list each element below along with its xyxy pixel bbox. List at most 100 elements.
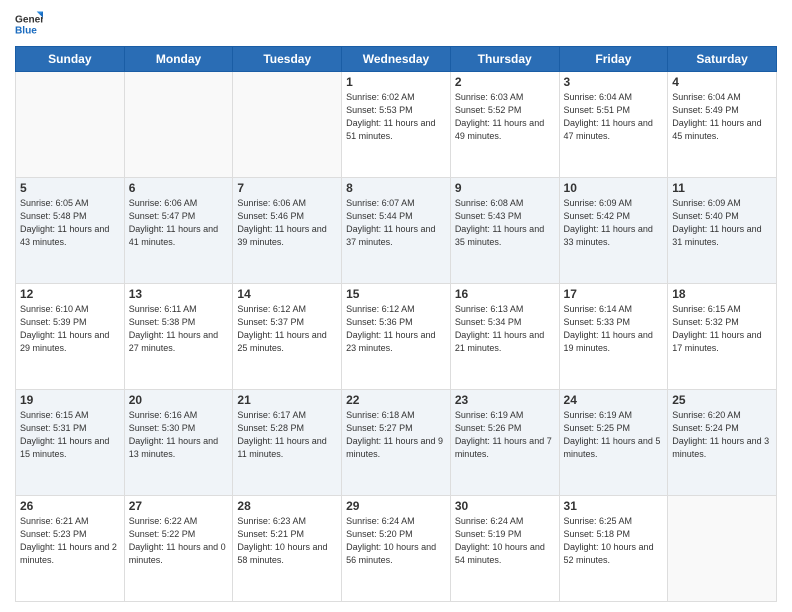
calendar-cell: 24Sunrise: 6:19 AM Sunset: 5:25 PM Dayli… — [559, 390, 668, 496]
calendar-cell: 30Sunrise: 6:24 AM Sunset: 5:19 PM Dayli… — [450, 496, 559, 602]
day-number: 7 — [237, 181, 337, 195]
calendar-cell: 10Sunrise: 6:09 AM Sunset: 5:42 PM Dayli… — [559, 178, 668, 284]
day-info: Sunrise: 6:13 AM Sunset: 5:34 PM Dayligh… — [455, 303, 555, 355]
day-number: 19 — [20, 393, 120, 407]
day-info: Sunrise: 6:14 AM Sunset: 5:33 PM Dayligh… — [564, 303, 664, 355]
calendar-cell: 4 Sunrise: 6:04 AM Sunset: 5:49 PM Daylig… — [668, 72, 777, 178]
calendar-cell: 22Sunrise: 6:18 AM Sunset: 5:27 PM Dayli… — [342, 390, 451, 496]
day-info: Sunrise: 6:12 AM Sunset: 5:37 PM Dayligh… — [237, 303, 337, 355]
calendar-cell: 29Sunrise: 6:24 AM Sunset: 5:20 PM Dayli… — [342, 496, 451, 602]
calendar-cell — [668, 496, 777, 602]
calendar-cell: 1 Sunrise: 6:02 AM Sunset: 5:53 PM Daylig… — [342, 72, 451, 178]
week-row-3: 12Sunrise: 6:10 AM Sunset: 5:39 PM Dayli… — [16, 284, 777, 390]
week-row-2: 5 Sunrise: 6:05 AM Sunset: 5:48 PM Daylig… — [16, 178, 777, 284]
weekday-header-saturday: Saturday — [668, 47, 777, 72]
calendar-cell — [124, 72, 233, 178]
logo: General Blue — [15, 10, 43, 38]
calendar-cell: 16Sunrise: 6:13 AM Sunset: 5:34 PM Dayli… — [450, 284, 559, 390]
day-number: 10 — [564, 181, 664, 195]
calendar-cell: 31Sunrise: 6:25 AM Sunset: 5:18 PM Dayli… — [559, 496, 668, 602]
day-info: Sunrise: 6:05 AM Sunset: 5:48 PM Dayligh… — [20, 197, 120, 249]
day-number: 17 — [564, 287, 664, 301]
calendar-cell: 17 Sunrise: 6:14 AM Sunset: 5:33 PM Dayli… — [559, 284, 668, 390]
header: General Blue — [15, 10, 777, 38]
weekday-header-friday: Friday — [559, 47, 668, 72]
day-info: Sunrise: 6:04 AM Sunset: 5:51 PM Dayligh… — [564, 91, 664, 143]
day-info: Sunrise: 6:07 AM Sunset: 5:44 PM Dayligh… — [346, 197, 446, 249]
day-number: 1 — [346, 75, 446, 89]
day-number: 27 — [129, 499, 229, 513]
day-info: Sunrise: 6:24 AM Sunset: 5:19 PM Dayligh… — [455, 515, 555, 567]
day-number: 26 — [20, 499, 120, 513]
day-info: Sunrise: 6:19 AM Sunset: 5:26 PM Dayligh… — [455, 409, 555, 461]
day-number: 3 — [564, 75, 664, 89]
weekday-header-tuesday: Tuesday — [233, 47, 342, 72]
week-row-5: 26 Sunrise: 6:21 AM Sunset: 5:23 PM Dayli… — [16, 496, 777, 602]
weekday-header-thursday: Thursday — [450, 47, 559, 72]
week-row-4: 19 Sunrise: 6:15 AM Sunset: 5:31 PM Dayli… — [16, 390, 777, 496]
calendar-cell: 15 Sunrise: 6:12 AM Sunset: 5:36 PM Dayli… — [342, 284, 451, 390]
day-info: Sunrise: 6:25 AM Sunset: 5:18 PM Dayligh… — [564, 515, 664, 567]
day-number: 11 — [672, 181, 772, 195]
generalblue-logo-icon: General Blue — [15, 10, 43, 38]
calendar-cell: 11 Sunrise: 6:09 AM Sunset: 5:40 PM Dayli… — [668, 178, 777, 284]
day-info: Sunrise: 6:23 AM Sunset: 5:21 PM Dayligh… — [237, 515, 337, 567]
calendar-cell: 6 Sunrise: 6:06 AM Sunset: 5:47 PM Daylig… — [124, 178, 233, 284]
weekday-header-wednesday: Wednesday — [342, 47, 451, 72]
day-number: 15 — [346, 287, 446, 301]
calendar-cell: 5 Sunrise: 6:05 AM Sunset: 5:48 PM Daylig… — [16, 178, 125, 284]
day-number: 5 — [20, 181, 120, 195]
calendar-cell — [16, 72, 125, 178]
day-info: Sunrise: 6:17 AM Sunset: 5:28 PM Dayligh… — [237, 409, 337, 461]
day-info: Sunrise: 6:15 AM Sunset: 5:32 PM Dayligh… — [672, 303, 772, 355]
page: General Blue SundayMondayTuesdayWednesda… — [0, 0, 792, 612]
week-row-1: 1 Sunrise: 6:02 AM Sunset: 5:53 PM Daylig… — [16, 72, 777, 178]
day-number: 9 — [455, 181, 555, 195]
svg-text:General: General — [15, 14, 43, 25]
calendar-cell: 3 Sunrise: 6:04 AM Sunset: 5:51 PM Daylig… — [559, 72, 668, 178]
day-info: Sunrise: 6:03 AM Sunset: 5:52 PM Dayligh… — [455, 91, 555, 143]
calendar-cell — [233, 72, 342, 178]
day-number: 2 — [455, 75, 555, 89]
day-info: Sunrise: 6:06 AM Sunset: 5:47 PM Dayligh… — [129, 197, 229, 249]
day-info: Sunrise: 6:18 AM Sunset: 5:27 PM Dayligh… — [346, 409, 446, 461]
day-number: 20 — [129, 393, 229, 407]
day-number: 23 — [455, 393, 555, 407]
day-info: Sunrise: 6:12 AM Sunset: 5:36 PM Dayligh… — [346, 303, 446, 355]
day-number: 13 — [129, 287, 229, 301]
calendar-cell: 12Sunrise: 6:10 AM Sunset: 5:39 PM Dayli… — [16, 284, 125, 390]
calendar-cell: 28Sunrise: 6:23 AM Sunset: 5:21 PM Dayli… — [233, 496, 342, 602]
calendar-cell: 9Sunrise: 6:08 AM Sunset: 5:43 PM Daylig… — [450, 178, 559, 284]
day-number: 6 — [129, 181, 229, 195]
day-info: Sunrise: 6:20 AM Sunset: 5:24 PM Dayligh… — [672, 409, 772, 461]
calendar-table: SundayMondayTuesdayWednesdayThursdayFrid… — [15, 46, 777, 602]
calendar-cell: 8Sunrise: 6:07 AM Sunset: 5:44 PM Daylig… — [342, 178, 451, 284]
calendar-cell: 26 Sunrise: 6:21 AM Sunset: 5:23 PM Dayli… — [16, 496, 125, 602]
calendar-cell: 18 Sunrise: 6:15 AM Sunset: 5:32 PM Dayli… — [668, 284, 777, 390]
day-info: Sunrise: 6:16 AM Sunset: 5:30 PM Dayligh… — [129, 409, 229, 461]
day-number: 14 — [237, 287, 337, 301]
day-number: 12 — [20, 287, 120, 301]
day-number: 25 — [672, 393, 772, 407]
day-info: Sunrise: 6:22 AM Sunset: 5:22 PM Dayligh… — [129, 515, 229, 567]
calendar-cell: 13 Sunrise: 6:11 AM Sunset: 5:38 PM Dayli… — [124, 284, 233, 390]
svg-text:Blue: Blue — [15, 25, 37, 36]
day-info: Sunrise: 6:24 AM Sunset: 5:20 PM Dayligh… — [346, 515, 446, 567]
weekday-header-row: SundayMondayTuesdayWednesdayThursdayFrid… — [16, 47, 777, 72]
day-info: Sunrise: 6:19 AM Sunset: 5:25 PM Dayligh… — [564, 409, 664, 461]
day-number: 18 — [672, 287, 772, 301]
weekday-header-monday: Monday — [124, 47, 233, 72]
day-number: 21 — [237, 393, 337, 407]
day-info: Sunrise: 6:11 AM Sunset: 5:38 PM Dayligh… — [129, 303, 229, 355]
day-info: Sunrise: 6:15 AM Sunset: 5:31 PM Dayligh… — [20, 409, 120, 461]
calendar-cell: 7Sunrise: 6:06 AM Sunset: 5:46 PM Daylig… — [233, 178, 342, 284]
calendar-cell: 27 Sunrise: 6:22 AM Sunset: 5:22 PM Dayli… — [124, 496, 233, 602]
calendar-cell: 25 Sunrise: 6:20 AM Sunset: 5:24 PM Dayli… — [668, 390, 777, 496]
day-info: Sunrise: 6:09 AM Sunset: 5:40 PM Dayligh… — [672, 197, 772, 249]
day-info: Sunrise: 6:21 AM Sunset: 5:23 PM Dayligh… — [20, 515, 120, 567]
day-number: 4 — [672, 75, 772, 89]
day-info: Sunrise: 6:02 AM Sunset: 5:53 PM Dayligh… — [346, 91, 446, 143]
day-info: Sunrise: 6:04 AM Sunset: 5:49 PM Dayligh… — [672, 91, 772, 143]
calendar-cell: 14 Sunrise: 6:12 AM Sunset: 5:37 PM Dayli… — [233, 284, 342, 390]
weekday-header-sunday: Sunday — [16, 47, 125, 72]
